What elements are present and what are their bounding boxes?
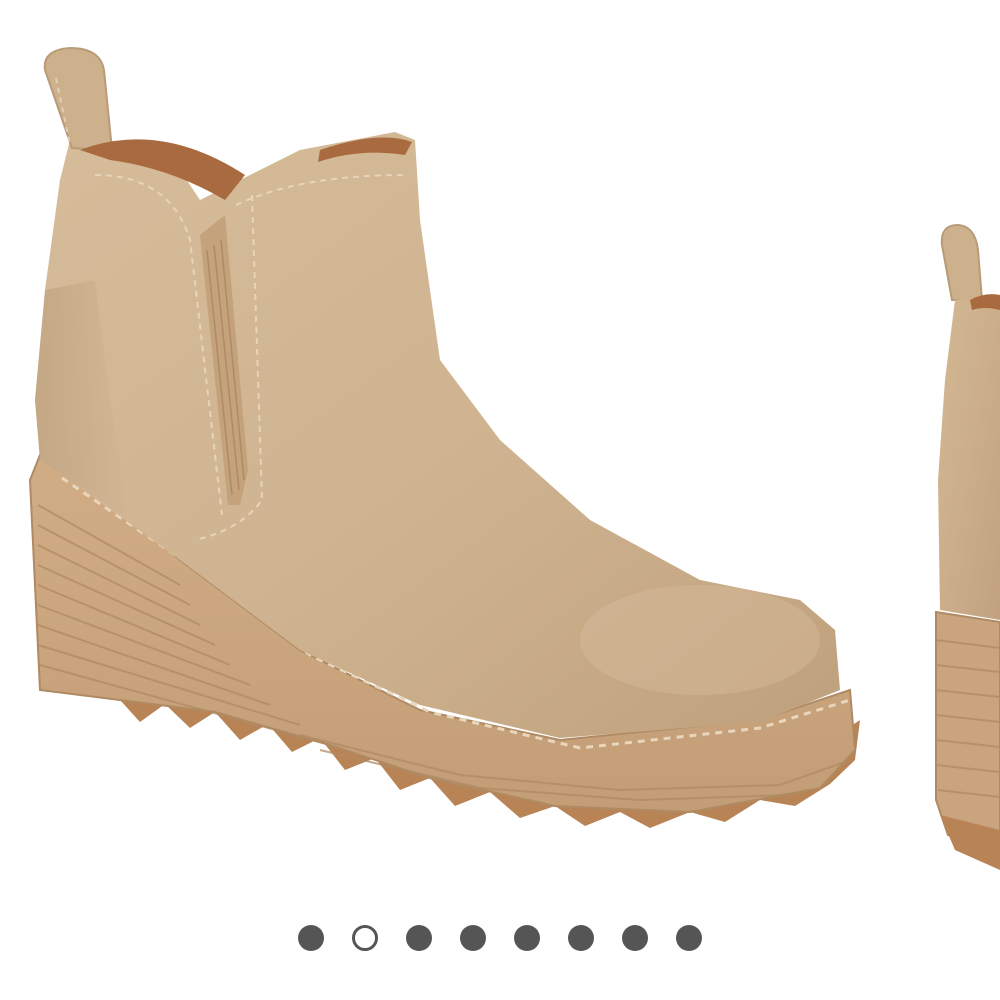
pull-tab-partial	[940, 223, 984, 301]
carousel-dot[interactable]	[298, 925, 324, 951]
product-image-carousel[interactable]	[0, 0, 1000, 1000]
boot-image-next-partial[interactable]	[900, 0, 1000, 880]
carousel-dot[interactable]	[514, 925, 540, 951]
carousel-dot[interactable]	[622, 925, 648, 951]
carousel-dot[interactable]	[460, 925, 486, 951]
boot-upper-partial	[938, 295, 1000, 620]
carousel-dot[interactable]	[676, 925, 702, 951]
carousel-dot[interactable]	[406, 925, 432, 951]
carousel-dot[interactable]	[568, 925, 594, 951]
boot-illustration-partial	[935, 223, 1000, 870]
pull-tab	[43, 46, 114, 152]
carousel-pagination	[0, 922, 1000, 954]
boot-image-main[interactable]	[0, 0, 900, 880]
boot-illustration	[28, 46, 860, 828]
carousel-dot-active[interactable]	[352, 925, 378, 951]
